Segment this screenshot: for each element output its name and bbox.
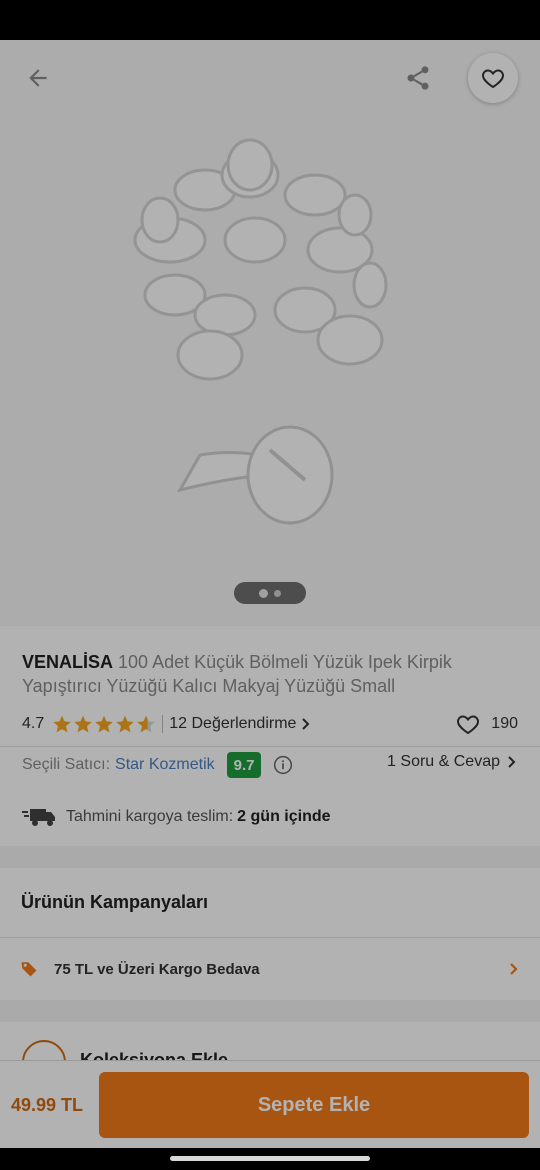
image-gallery[interactable] [0, 40, 540, 625]
arrow-left-icon [29, 69, 47, 87]
chevron-right-icon [510, 963, 518, 975]
seller-row: Seçili Satıcı: Star Kozmetik 9.7 1 Soru … [22, 752, 518, 778]
share-button[interactable] [398, 58, 438, 98]
brand-name[interactable]: VENALİSA [22, 652, 113, 672]
star-icon [74, 715, 92, 733]
home-indicator[interactable] [170, 1156, 370, 1161]
seller-score-badge: 9.7 [226, 752, 262, 778]
back-button[interactable] [18, 58, 58, 98]
star-rating [52, 714, 156, 734]
share-icon [407, 66, 429, 90]
star-icon [53, 715, 71, 733]
pager-dot-active [259, 588, 268, 598]
image-pager[interactable] [234, 582, 306, 604]
seller-name-link[interactable]: Star Kozmetik [115, 756, 215, 774]
chevron-right-icon [508, 756, 516, 768]
qa-label: 1 Soru & Cevap [387, 753, 500, 770]
bottom-purchase-bar: 49.99 TL Sepete Ekle [0, 1060, 540, 1148]
truck-icon [22, 809, 55, 826]
reviews-label: 12 Değerlendirme [169, 715, 297, 732]
shipping-row: Tahmini kargoya teslim: 2 gün içinde [22, 804, 518, 830]
shipping-value: 2 gün içinde [237, 808, 331, 825]
product-image [133, 138, 388, 525]
qa-link[interactable]: 1 Soru & Cevap [387, 753, 518, 771]
rating-value: 4.7 [22, 715, 45, 732]
star-icon [116, 715, 134, 733]
shipping-label: Tahmini kargoya teslim: [66, 808, 234, 825]
price: 49.99 TL [11, 1095, 84, 1115]
top-bar [0, 40, 540, 116]
star-icon [95, 715, 113, 733]
seller-label: Seçili Satıcı: [22, 756, 111, 773]
pager-dot [274, 589, 281, 597]
reviews-link[interactable]: 12 Değerlendirme [169, 715, 312, 733]
product-info-card: VENALİSA 100 Adet Küçük Bölmeli Yüzük Ip… [0, 626, 540, 846]
status-bar [0, 0, 540, 40]
campaigns-section: Ürünün Kampanyaları 75 TL ve Üzeri Kargo… [0, 868, 540, 1000]
campaigns-title: Ürünün Kampanyaları [21, 892, 209, 912]
add-to-cart-button[interactable]: Sepete Ekle [99, 1072, 529, 1138]
heart-icon [482, 69, 504, 89]
favorite-button[interactable] [468, 53, 518, 103]
tag-icon [21, 962, 37, 977]
divider [0, 746, 540, 747]
star-half-icon [137, 715, 155, 733]
favorite-count[interactable]: 190 [455, 712, 518, 736]
heart-icon [457, 715, 480, 735]
info-icon[interactable] [273, 755, 293, 775]
chevron-right-icon [302, 718, 310, 730]
divider [162, 715, 164, 733]
rating-row: 4.7 12 Değerlendirme 190 [22, 712, 518, 736]
product-title: VENALİSA 100 Adet Küçük Bölmeli Yüzük Ip… [22, 650, 518, 698]
favorite-count-value: 190 [491, 715, 518, 732]
campaign-item[interactable]: 75 TL ve Üzeri Kargo Bedava [0, 938, 540, 1000]
product-detail-screen: VENALİSA 100 Adet Küçük Bölmeli Yüzük Ip… [0, 40, 540, 1148]
campaign-text: 75 TL ve Üzeri Kargo Bedava [54, 960, 260, 978]
navigation-bar [0, 1148, 540, 1170]
